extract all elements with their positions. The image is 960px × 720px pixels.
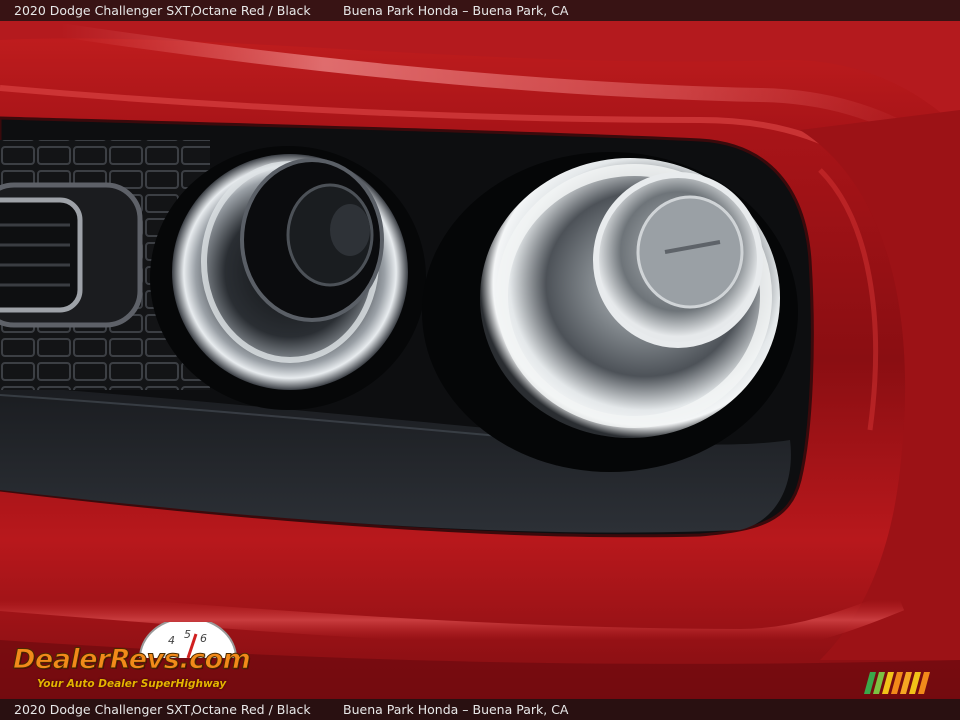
caption-dealer: Buena Park Honda – Buena Park, CA	[343, 3, 569, 18]
caption-color: Octane Red / Black	[192, 702, 311, 717]
caption-bar-bottom: 2020 Dodge Challenger SXT, Octane Red / …	[0, 699, 960, 720]
caption-dealer: Buena Park Honda – Buena Park, CA	[343, 702, 569, 717]
watermark-tagline: Your Auto Dealer SuperHighway	[37, 678, 227, 690]
caption-vehicle: 2020 Dodge Challenger SXT,	[14, 702, 195, 717]
photo-stage: 2020 Dodge Challenger SXT, Octane Red / …	[0, 0, 960, 720]
caption-bar-top: 2020 Dodge Challenger SXT, Octane Red / …	[0, 0, 960, 21]
caption-vehicle: 2020 Dodge Challenger SXT,	[14, 3, 195, 18]
color-stripes-logo	[864, 672, 930, 694]
dial-digit: 5	[184, 628, 191, 641]
dealerrevs-watermark: 4 5 6 DealerRevs.com Your Auto Dealer Su…	[10, 622, 266, 696]
headlight-photo	[0, 0, 960, 720]
caption-color: Octane Red / Black	[192, 3, 311, 18]
watermark-logo-text: DealerRevs.com	[12, 644, 251, 676]
